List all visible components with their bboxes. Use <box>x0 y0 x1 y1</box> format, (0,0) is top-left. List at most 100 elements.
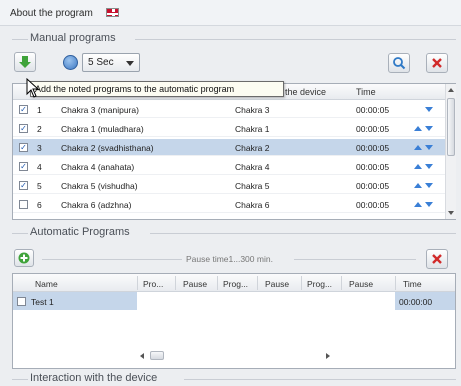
horizontal-scrollbar[interactable] <box>140 350 330 362</box>
table-row[interactable]: ✓ 4 Chakra 4 (anahata) Chakra 4 00:00:05 <box>13 158 445 175</box>
col-program-header[interactable]: Prog... <box>223 279 248 289</box>
chevron-down-icon <box>126 61 134 66</box>
col-name-header[interactable]: Name <box>35 279 58 289</box>
vertical-scrollbar[interactable] <box>445 84 456 219</box>
section-divider <box>184 379 456 380</box>
device-name: Chakra 6 <box>235 200 270 210</box>
automatic-programs-label: Automatic Programs <box>30 226 136 238</box>
col-program-header[interactable]: Pro... <box>143 279 163 289</box>
move-down-icon[interactable] <box>425 145 433 150</box>
move-up-icon[interactable] <box>414 145 422 150</box>
table-row[interactable]: ✓ 2 Chakra 1 (muladhara) Chakra 1 00:00:05 <box>13 120 445 137</box>
scroll-down-icon[interactable] <box>448 211 454 215</box>
program-time: 00:00:05 <box>356 143 390 153</box>
green-plus-icon <box>18 252 30 264</box>
program-time: 00:00:00 <box>399 297 433 307</box>
section-divider <box>12 39 28 40</box>
move-down-icon[interactable] <box>425 164 433 169</box>
clock-icon <box>63 55 78 70</box>
timer-select[interactable]: 5 Sec <box>82 53 140 72</box>
move-up-icon[interactable] <box>414 164 422 169</box>
add-automatic-button[interactable] <box>14 249 34 267</box>
program-time: 00:00:05 <box>356 124 390 134</box>
scroll-left-icon[interactable] <box>140 353 144 359</box>
move-down-icon[interactable] <box>425 107 433 112</box>
table-row[interactable]: ✓ 3 Chakra 2 (svadhisthana) Chakra 2 00:00:0… <box>13 139 445 156</box>
scroll-thumb[interactable] <box>150 351 164 360</box>
row-checkbox[interactable]: ✓ <box>19 124 28 133</box>
manual-programs-label: Manual programs <box>30 32 122 44</box>
table-row[interactable]: ✓ 5 Chakra 5 (vishudha) Chakra 5 00:00:05 <box>13 177 445 194</box>
timer-value: 5 Sec <box>88 57 114 68</box>
interaction-label: Interaction with the device <box>30 372 164 384</box>
column-separator <box>301 276 302 290</box>
col-program-header[interactable]: Prog... <box>307 279 332 289</box>
mouse-cursor-icon <box>26 78 40 98</box>
manual-programs-grid[interactable]: the device Time ✓ 1 Chakra 3 (manipura) Cha… <box>12 83 456 220</box>
pause-divider <box>42 259 182 260</box>
program-name: Test 1 <box>31 297 54 307</box>
table-row[interactable]: 6 Chakra 6 (adzhna) Chakra 6 00:00:05 <box>13 196 445 213</box>
row-checkbox[interactable]: ✓ <box>19 181 28 190</box>
row-number: 1 <box>37 105 42 115</box>
move-down-icon[interactable] <box>425 126 433 131</box>
col-time-header[interactable]: Time <box>356 87 376 97</box>
device-name: Chakra 4 <box>235 162 270 172</box>
column-separator <box>175 276 176 290</box>
move-down-icon[interactable] <box>425 202 433 207</box>
uk-flag-icon[interactable] <box>106 8 119 17</box>
program-name: Chakra 3 (manipura) <box>61 105 139 115</box>
program-time: 00:00:05 <box>356 181 390 191</box>
program-name: Chakra 5 (vishudha) <box>61 181 138 191</box>
row-number: 3 <box>37 143 42 153</box>
program-name: Chakra 4 (anahata) <box>61 162 135 172</box>
pause-time-label: Pause time1...300 min. <box>186 254 273 264</box>
column-separator <box>217 276 218 290</box>
col-pause-header[interactable]: Pause <box>265 279 289 289</box>
search-button[interactable] <box>388 53 410 73</box>
col-pause-header[interactable]: Pause <box>349 279 373 289</box>
section-divider <box>150 233 456 234</box>
section-divider <box>12 233 28 234</box>
row-checkbox[interactable]: ✓ <box>19 105 28 114</box>
about-program-link[interactable]: About the program <box>10 8 93 19</box>
row-checkbox[interactable] <box>17 297 26 306</box>
col-time-header[interactable]: Time <box>403 279 422 289</box>
table-row[interactable]: Test 1 00:00:00 <box>13 292 455 310</box>
delete-automatic-button[interactable] <box>426 249 448 269</box>
table-row[interactable]: ✓ 1 Chakra 3 (manipura) Chakra 3 00:00:05 <box>13 101 445 118</box>
col-device-header[interactable]: the device <box>285 87 326 97</box>
program-time: 00:00:05 <box>356 105 390 115</box>
row-checkbox[interactable]: ✓ <box>19 162 28 171</box>
col-pause-header[interactable]: Pause <box>183 279 207 289</box>
add-to-automatic-button[interactable] <box>14 52 36 72</box>
delete-manual-button[interactable] <box>426 53 448 73</box>
row-number: 4 <box>37 162 42 172</box>
add-tooltip: Add the noted programs to the automatic … <box>30 81 284 97</box>
row-number: 6 <box>37 200 42 210</box>
move-down-icon[interactable] <box>425 183 433 188</box>
red-x-icon <box>432 58 442 68</box>
grid-header: Name Pro... Pause Prog... Pause Prog... … <box>13 274 455 292</box>
column-separator <box>341 276 342 290</box>
row-number: 5 <box>37 181 42 191</box>
scroll-thumb[interactable] <box>447 98 455 156</box>
scroll-right-icon[interactable] <box>326 353 330 359</box>
column-separator <box>257 276 258 290</box>
row-checkbox[interactable] <box>19 200 28 209</box>
green-down-arrow-icon <box>19 56 31 68</box>
move-up-icon[interactable] <box>414 183 422 188</box>
device-name: Chakra 2 <box>235 143 270 153</box>
pause-divider <box>294 259 416 260</box>
move-up-icon[interactable] <box>414 202 422 207</box>
column-separator <box>137 276 138 290</box>
program-name: Chakra 2 (svadhisthana) <box>61 143 154 153</box>
row-checkbox[interactable]: ✓ <box>19 143 28 152</box>
device-name: Chakra 5 <box>235 181 270 191</box>
section-divider <box>12 379 28 380</box>
device-name: Chakra 1 <box>235 124 270 134</box>
program-name: Chakra 1 (muladhara) <box>61 124 144 134</box>
program-name: Chakra 6 (adzhna) <box>61 200 132 210</box>
move-up-icon[interactable] <box>414 126 422 131</box>
scroll-up-icon[interactable] <box>448 88 454 92</box>
